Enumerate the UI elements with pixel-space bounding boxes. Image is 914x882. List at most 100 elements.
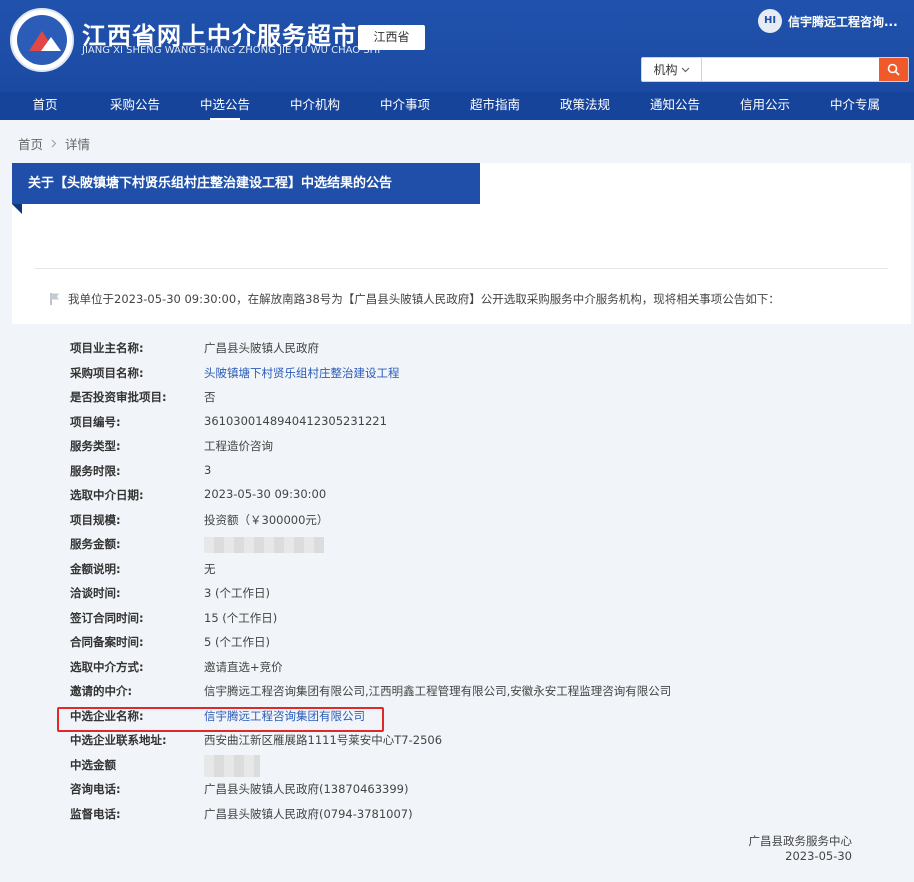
redacted-value xyxy=(204,754,260,777)
field-label: 采购项目名称: xyxy=(70,365,144,380)
signature-org: 广昌县政务服务中心 xyxy=(748,834,853,848)
field-value: 15 (个工作日) xyxy=(204,610,278,625)
field-service-period: 服务时限: 3 xyxy=(70,461,870,486)
field-filing-time: 合同备案时间: 5 (个工作日) xyxy=(70,632,870,657)
field-project-name: 采购项目名称: 头陂镇塘下村贤乐组村庄整治建设工程 xyxy=(70,363,870,388)
notice-details: 项目业主名称: 广昌县头陂镇人民政府 采购项目名称: 头陂镇塘下村贤乐组村庄整治建设… xyxy=(12,324,911,882)
notice-panel: 关于【头陂镇塘下村贤乐组村庄整治建设工程】中选结果的公告 我单位于2023-05… xyxy=(12,163,911,882)
field-negotiation-time: 洽谈时间: 3 (个工作日) xyxy=(70,583,870,608)
field-label: 服务类型: xyxy=(70,439,121,453)
field-label: 合同备案时间: xyxy=(70,635,144,649)
field-label: 金额说明: xyxy=(70,561,121,576)
field-label: 项目规模: xyxy=(70,512,121,527)
logo-building-icon xyxy=(41,37,61,51)
search-type-label: 机构 xyxy=(653,63,678,77)
nav-item-policies[interactable]: 政策法规 xyxy=(540,92,630,120)
nav-item-notices[interactable]: 通知公告 xyxy=(630,92,720,120)
field-value: 西安曲江新区雁展路1111号莱安中心T7-2506 xyxy=(204,733,443,747)
field-winning-amount: 中选金额 xyxy=(70,754,870,780)
redacted-value xyxy=(204,537,324,553)
field-label: 咨询电话: xyxy=(70,782,121,796)
field-value: 工程造价咨询 xyxy=(204,439,273,453)
nav-item-agencies[interactable]: 中介机构 xyxy=(270,92,360,120)
nav-item-credit[interactable]: 信用公示 xyxy=(720,92,810,120)
field-owner: 项目业主名称: 广昌县头陂镇人民政府 xyxy=(70,338,870,363)
field-label: 项目编号: xyxy=(70,414,121,429)
nav-item-exclusive[interactable]: 中介专属 xyxy=(810,92,900,120)
page-title: 关于【头陂镇塘下村贤乐组村庄整治建设工程】中选结果的公告 xyxy=(12,163,480,204)
field-value: 邀请直选+竞价 xyxy=(204,659,283,674)
field-label: 服务时限: xyxy=(70,463,121,478)
logo-emblem xyxy=(17,15,67,65)
field-label: 是否投资审批项目: xyxy=(70,390,167,404)
field-value: 3 xyxy=(204,462,212,477)
field-invited-agencies: 邀请的中介: 信宇腾远工程咨询集团有限公司,江西明鑫工程管理有限公司,安徽永安工程… xyxy=(70,681,870,706)
notice-signature: 广昌县政务服务中心 2023-05-30 xyxy=(749,834,853,864)
field-value: 2023-05-30 09:30:00 xyxy=(204,487,327,501)
search-icon xyxy=(887,63,900,76)
field-investment-approval: 是否投资审批项目: 否 xyxy=(70,387,870,412)
search-input[interactable] xyxy=(702,58,879,81)
project-name-link[interactable]: 头陂镇塘下村贤乐组村庄整治建设工程 xyxy=(204,365,400,381)
field-service-amount: 服务金额: xyxy=(70,534,870,559)
field-value: 3 (个工作日) xyxy=(204,586,270,600)
site-logo[interactable] xyxy=(10,8,74,72)
field-project-scale: 项目规模: 投资额（￥300000元） xyxy=(70,510,870,535)
search-button[interactable] xyxy=(879,58,908,81)
field-label: 项目业主名称: xyxy=(70,341,144,355)
search-type-select[interactable]: 机构 xyxy=(642,58,702,81)
field-supervision-phone: 监督电话: 广昌县头陂镇人民政府(0794-3781007) xyxy=(70,804,870,829)
field-contract-time: 签订合同时间: 15 (个工作日) xyxy=(70,608,870,633)
flag-icon xyxy=(50,293,59,305)
field-service-type: 服务类型: 工程造价咨询 xyxy=(70,436,870,461)
nav-item-matters[interactable]: 中介事项 xyxy=(360,92,450,120)
field-label: 选取中介日期: xyxy=(70,488,144,502)
field-value: 5 (个工作日) xyxy=(204,635,270,649)
field-selection-method: 选取中介方式: 邀请直选+竞价 xyxy=(70,657,870,682)
field-value: 否 xyxy=(204,390,216,404)
field-value: 无 xyxy=(204,561,216,576)
field-selection-date: 选取中介日期: 2023-05-30 09:30:00 xyxy=(70,485,870,510)
details-list: 项目业主名称: 广昌县头陂镇人民政府 采购项目名称: 头陂镇塘下村贤乐组村庄整治建设… xyxy=(70,338,870,828)
title-ribbon-fold xyxy=(12,204,22,214)
field-winner-address: 中选企业联系地址: 西安曲江新区雁展路1111号莱安中心T7-2506 xyxy=(70,730,870,755)
region-selector[interactable]: 江西省 xyxy=(358,25,425,50)
field-label: 中选金额 xyxy=(70,757,116,772)
field-label: 中选企业联系地址: xyxy=(70,733,167,747)
breadcrumb: 首页 详情 xyxy=(18,134,90,153)
field-label: 监督电话: xyxy=(70,806,121,821)
breadcrumb-current: 详情 xyxy=(65,137,91,152)
field-label: 服务金额: xyxy=(70,537,121,551)
field-value: 投资额（￥300000元） xyxy=(204,512,329,527)
field-value: 广昌县头陂镇人民政府(0794-3781007) xyxy=(204,806,413,821)
user-menu[interactable]: HI 信宇腾远工程咨询... xyxy=(758,8,898,34)
field-value: 广昌县头陂镇人民政府 xyxy=(204,341,319,355)
field-value: 信宇腾远工程咨询集团有限公司,江西明鑫工程管理有限公司,安徽永安工程监理咨询有限… xyxy=(204,684,672,698)
user-name[interactable]: 信宇腾远工程咨询... xyxy=(788,13,898,30)
nav-item-home[interactable]: 首页 xyxy=(0,92,90,120)
site-subtitle: JIANG XI SHENG WANG SHANG ZHONG JIE FU W… xyxy=(82,45,381,56)
field-value: 361030014894041230523122​1 xyxy=(204,413,387,428)
field-label: 洽谈时间: xyxy=(70,586,121,600)
nav-item-procurement[interactable]: 采购公告 xyxy=(90,92,180,120)
avatar[interactable]: HI xyxy=(758,9,782,33)
field-project-code: 项目编号: 361030014894041230523122​1 xyxy=(70,412,870,437)
divider xyxy=(34,268,888,269)
winner-highlight-box xyxy=(57,707,384,732)
field-label: 签订合同时间: xyxy=(70,610,144,625)
notice-intro-text: 我单位于2023-05-30 09:30:00，在解放南路38号为【广昌县头陂镇… xyxy=(68,292,780,306)
chevron-down-icon xyxy=(681,67,689,72)
field-inquiry-phone: 咨询电话: 广昌县头陂镇人民政府(13870463399) xyxy=(70,779,870,804)
field-label: 选取中介方式: xyxy=(70,659,144,674)
breadcrumb-home[interactable]: 首页 xyxy=(18,134,43,153)
nav-item-guide[interactable]: 超市指南 xyxy=(450,92,540,120)
site-header: 江西省网上中介服务超市 JIANG XI SHENG WANG SHANG ZH… xyxy=(0,0,914,92)
field-label: 邀请的中介: xyxy=(70,684,133,698)
field-value: 广昌县头陂镇人民政府(13870463399) xyxy=(204,782,409,796)
main-nav: 首页 采购公告 中选公告 中介机构 中介事项 超市指南 政策法规 通知公告 信用… xyxy=(0,92,914,120)
search-bar: 机构 xyxy=(641,57,909,82)
chevron-right-icon xyxy=(51,139,57,148)
field-amount-note: 金额说明: 无 xyxy=(70,559,870,584)
nav-item-selection-notice[interactable]: 中选公告 xyxy=(180,92,270,120)
notice-intro: 我单位于2023-05-30 09:30:00，在解放南路38号为【广昌县头陂镇… xyxy=(48,291,780,307)
